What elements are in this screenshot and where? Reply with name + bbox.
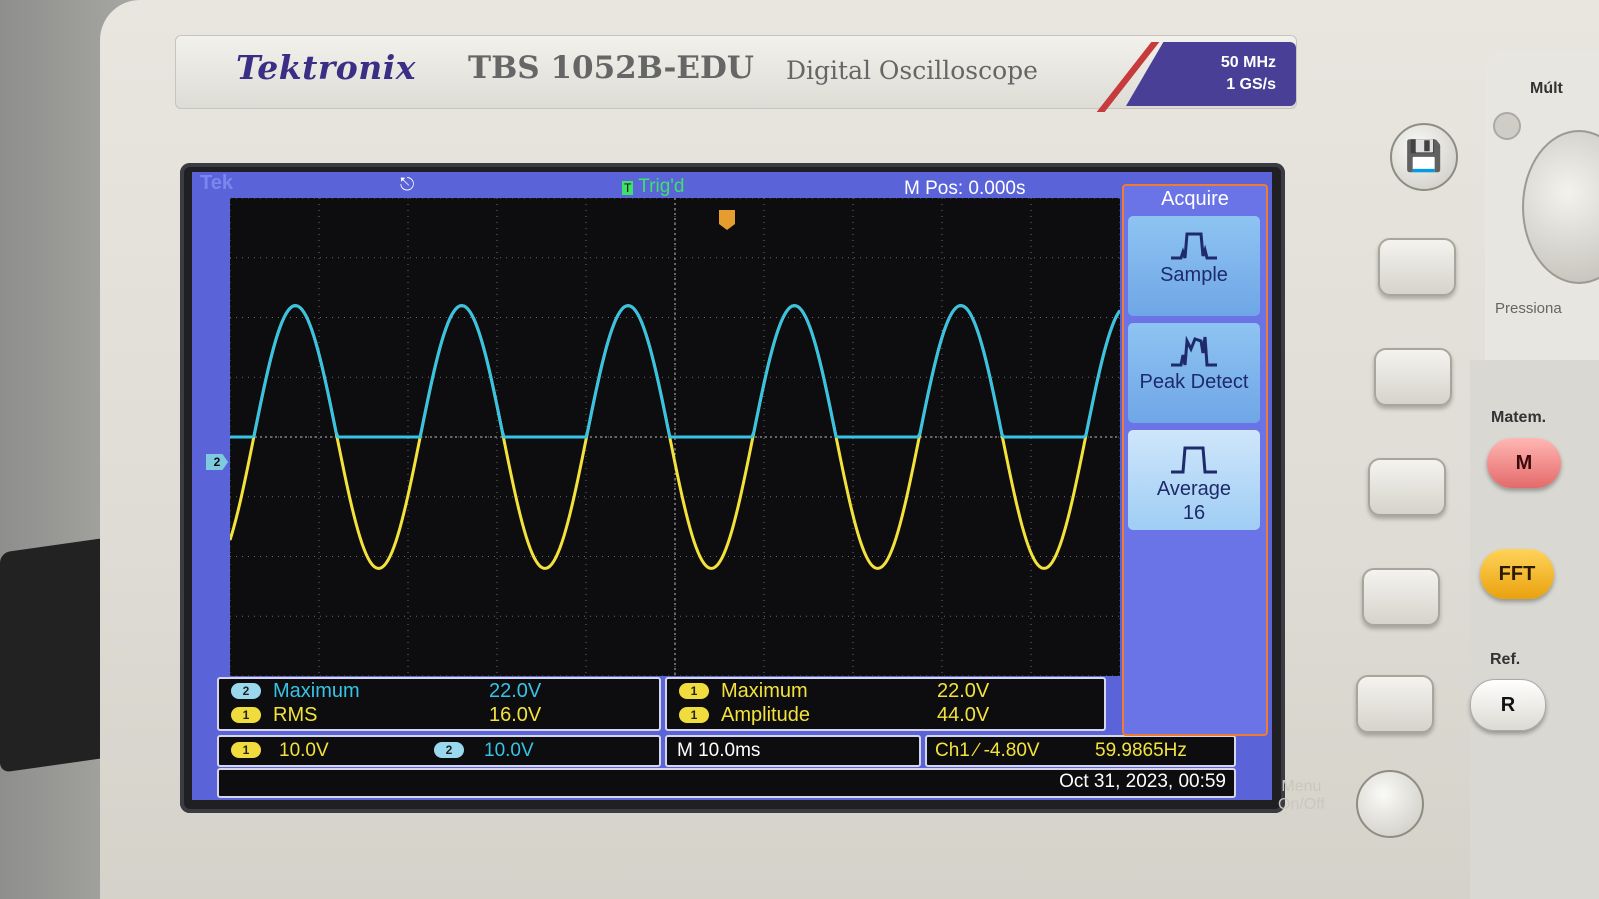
ref-button[interactable]: R [1470, 679, 1546, 731]
ch2-scale: 10.0V [484, 740, 534, 761]
measurement-name: Amplitude [721, 704, 810, 726]
spec-sample-rate: 1 GS/s [1226, 76, 1276, 93]
measurement-name: RMS [273, 704, 318, 726]
menu-option-sub: 16 [1182, 502, 1206, 524]
channel-badge: 2 [231, 683, 261, 699]
ch1-badge: 1 [231, 742, 261, 758]
measurements-left: 2 Maximum 22.0V 1 RMS 16.0V [217, 677, 661, 731]
softkey-4[interactable] [1362, 568, 1440, 626]
trigger-status: T Trig'd [622, 176, 685, 198]
fft-button[interactable]: FFT [1480, 549, 1554, 599]
trigger-setting: Ch1 ∕ -4.80V [935, 740, 1040, 761]
spec-bandwidth: 50 MHz [1220, 54, 1276, 71]
channel-badge: 1 [679, 707, 709, 723]
softkey-1[interactable] [1378, 238, 1456, 296]
measurement-row: 1 RMS 16.0V [219, 704, 659, 728]
average-icon [1171, 446, 1217, 474]
trigger-status-text: Trig'd [638, 176, 685, 197]
model-name: TBS 1052B-EDU [468, 50, 754, 86]
measurement-name: Maximum [273, 680, 360, 702]
ch2-ground-marker: 2 [206, 454, 228, 470]
math-button[interactable]: M [1487, 438, 1561, 488]
channel-badge: 1 [231, 707, 261, 723]
ch1-scale: 10.0V [279, 740, 329, 761]
menu-option-average[interactable]: Average 16 [1128, 430, 1260, 530]
measurement-value: 22.0V [489, 680, 542, 702]
lcd-screen: Tek ⎋ T Trig'd M Pos: 0.000s 2 2 Maximum… [192, 172, 1272, 800]
timebase: M 10.0ms [677, 740, 761, 761]
tek-mark: Tek [200, 172, 233, 194]
menu-title: Acquire [1161, 188, 1229, 210]
menu-onoff-label: Menu On/Off [1278, 778, 1325, 814]
softkey-5[interactable] [1356, 675, 1434, 733]
ref-label: Ref. [1490, 651, 1521, 668]
waveform-display [230, 198, 1120, 676]
menu-onoff-button[interactable] [1356, 770, 1424, 838]
multipurpose-led [1493, 112, 1521, 140]
measurement-row: 1 Amplitude 44.0V [667, 704, 1104, 728]
menu-onoff-line1: Menu [1281, 778, 1322, 795]
brand-strip: Tektronix TBS 1052B-EDU Digital Oscillos… [175, 35, 1297, 112]
measurement-value: 44.0V [937, 704, 990, 726]
save-button[interactable]: 💾 [1390, 123, 1458, 191]
channel-badge: 1 [679, 683, 709, 699]
softkey-2[interactable] [1374, 348, 1452, 406]
softkey-3[interactable] [1368, 458, 1446, 516]
screen-topbar: Tek ⎋ T Trig'd M Pos: 0.000s [192, 172, 1122, 199]
save-icon: 💾 [1405, 140, 1443, 173]
waveform-graticule [230, 198, 1120, 676]
multipurpose-label: Múlt [1530, 80, 1563, 97]
menu-option-sample[interactable]: Sample [1128, 216, 1260, 316]
timebase-box: M 10.0ms [665, 735, 921, 767]
menu-option-label: Peak Detect [1139, 371, 1249, 393]
acquire-menu: Acquire Sample Peak Detect Average 16 [1122, 184, 1268, 736]
sample-icon [1171, 232, 1217, 260]
peak-detect-icon [1171, 335, 1217, 367]
measurement-row: 2 Maximum 22.0V [219, 680, 659, 704]
menu-option-label: Average [1156, 478, 1232, 500]
measurement-value: 22.0V [937, 680, 990, 702]
math-label: Matem. [1491, 409, 1547, 426]
measurement-name: Maximum [721, 680, 808, 702]
menu-option-peak-detect[interactable]: Peak Detect [1128, 323, 1260, 423]
datetime-bar: Oct 31, 2023, 00:59 [217, 768, 1236, 798]
press-hint: Pressiona [1495, 300, 1562, 317]
measurement-value: 16.0V [489, 704, 542, 726]
datetime: Oct 31, 2023, 00:59 [1059, 771, 1226, 792]
menu-onoff-line2: On/Off [1278, 796, 1325, 813]
device-subtitle: Digital Oscilloscope [786, 56, 1038, 85]
measurements-right: 1 Maximum 22.0V 1 Amplitude 44.0V [665, 677, 1106, 731]
ch2-waveform [230, 304, 1120, 439]
channel-scales: 1 10.0V 2 10.0V [217, 735, 661, 767]
horizontal-position: M Pos: 0.000s [904, 178, 1026, 199]
brand-logo: Tektronix [236, 48, 416, 87]
menu-option-label: Sample [1160, 264, 1228, 286]
ch2-badge: 2 [434, 742, 464, 758]
trigger-box: Ch1 ∕ -4.80V 59.9865Hz [925, 735, 1236, 767]
background-object [0, 537, 110, 773]
frequency-readout: 59.9865Hz [1095, 740, 1187, 761]
trigger-type-icon: ⎋ [400, 174, 415, 194]
trigger-status-icon: T [622, 181, 634, 195]
measurement-row: 1 Maximum 22.0V [667, 680, 1104, 704]
